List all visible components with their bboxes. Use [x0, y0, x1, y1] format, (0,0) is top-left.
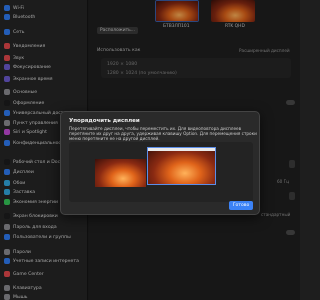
dialog-title: Упорядочить дисплеи	[69, 118, 140, 124]
arrange-displays-dialog: Упорядочить дисплеи Перетягивайте диспле…	[60, 111, 260, 215]
wallpaper-image	[148, 148, 215, 184]
display-arrangement-area	[69, 142, 253, 202]
dialog-description: Перетягивайте дисплеи, чтобы переместить…	[69, 126, 257, 141]
done-button[interactable]: Готово	[229, 201, 253, 210]
menu-bar-indicator[interactable]	[148, 148, 215, 151]
wallpaper-image	[95, 159, 146, 187]
display-tile-secondary[interactable]	[95, 159, 146, 187]
display-tile-main[interactable]	[147, 147, 216, 185]
